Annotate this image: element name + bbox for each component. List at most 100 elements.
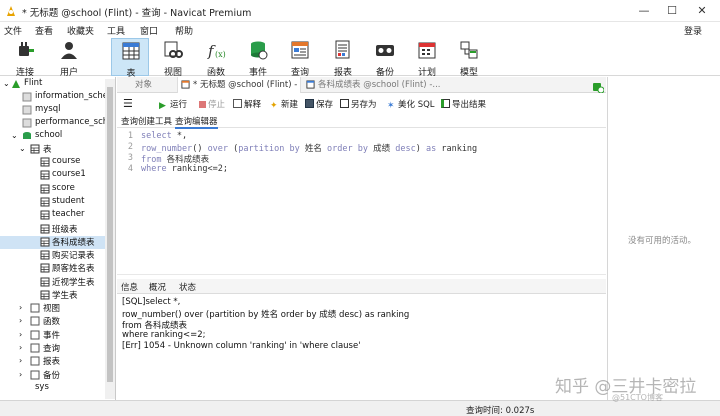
- tab-status[interactable]: 状态: [179, 281, 196, 293]
- login-link[interactable]: 登录: [684, 24, 702, 37]
- object-group-label: 备份: [43, 370, 61, 381]
- menu-file[interactable]: 文件: [4, 24, 22, 37]
- database-node[interactable]: performance_sche: [0, 117, 113, 130]
- beautify-sql-button[interactable]: ✶ 美化 SQL: [387, 98, 435, 112]
- sql-token: ;: [222, 164, 229, 174]
- collapse-arrow-icon: ⌄: [19, 144, 26, 153]
- plug-icon: [19, 42, 34, 56]
- table-button[interactable]: 表: [111, 38, 149, 79]
- connection-node[interactable]: ⌄ Flint: [0, 78, 105, 91]
- table-group-icon: [30, 144, 40, 154]
- table-node[interactable]: student: [0, 196, 105, 209]
- table-node[interactable]: 顾客姓名表: [0, 262, 105, 275]
- tree-scrollbar[interactable]: [105, 79, 115, 399]
- expand-arrow-icon: ›: [19, 329, 23, 339]
- query-button[interactable]: 查询: [281, 38, 319, 78]
- explain-button[interactable]: 解释: [233, 98, 261, 112]
- object-group-node[interactable]: › 报表: [0, 355, 105, 368]
- report-button[interactable]: 报表: [324, 38, 362, 78]
- table-node-label: 顾客姓名表: [52, 264, 95, 275]
- user-button[interactable]: 用户: [50, 38, 88, 78]
- run-button[interactable]: ▶ 运行: [159, 98, 187, 112]
- query-toolbar: ☰ ▶ 运行 停止 解释 ✦ 新建 保存 另存为 ✶ 美化 SQL 导出结果: [117, 94, 606, 114]
- tab-query-builder[interactable]: 查询创建工具: [121, 115, 172, 127]
- database-label: performance_sche: [35, 117, 114, 127]
- menu-tools[interactable]: 工具: [107, 24, 125, 37]
- tab-query[interactable]: * 无标题 @school (Flint) - 查...: [177, 77, 301, 93]
- connection-icon: [12, 80, 20, 88]
- menu-help[interactable]: 帮助: [175, 24, 193, 37]
- stop-button[interactable]: 停止: [199, 98, 225, 112]
- menu-view[interactable]: 查看: [35, 24, 53, 37]
- object-group-node[interactable]: › 视图: [0, 302, 105, 315]
- database-node-partial[interactable]: sys: [0, 382, 105, 395]
- model-button[interactable]: 模型: [450, 38, 488, 78]
- table-node[interactable]: 近视学生表: [0, 276, 105, 289]
- add-connection-icon[interactable]: [592, 81, 604, 93]
- sql-token: ranking: [441, 144, 478, 154]
- backup-group-icon: [30, 370, 40, 379]
- table-node[interactable]: 班级表: [0, 223, 105, 236]
- expand-arrow-icon: ›: [19, 316, 23, 326]
- database-node[interactable]: information_sche: [0, 91, 109, 104]
- report-icon: [335, 40, 350, 59]
- table-node[interactable]: course1: [0, 169, 105, 182]
- sql-keyword: as: [425, 144, 437, 154]
- table-node[interactable]: course: [0, 156, 105, 169]
- hamburger-menu-icon[interactable]: ☰: [123, 97, 133, 111]
- database-icon: [22, 92, 32, 102]
- minimize-button[interactable]: —: [636, 3, 652, 19]
- table-node[interactable]: 购买记录表: [0, 249, 105, 262]
- info-panel: 没有可用的活动。: [593, 77, 720, 400]
- function-button[interactable]: f (x) 函数: [197, 38, 235, 78]
- tab-table[interactable]: 各科成绩表 @school (Flint) -...: [303, 77, 443, 93]
- database-node-school[interactable]: ⌄ school: [0, 130, 105, 143]
- object-group-node[interactable]: › 事件: [0, 329, 105, 342]
- tables-group-node[interactable]: ⌄ 表: [0, 143, 105, 156]
- table-node[interactable]: teacher: [0, 209, 105, 222]
- sql-line: where ranking<=2;: [141, 164, 228, 174]
- new-button[interactable]: ✦ 新建: [270, 98, 298, 112]
- maximize-button[interactable]: ☐: [664, 3, 680, 19]
- view-button[interactable]: 视图: [154, 38, 192, 78]
- sql-keyword: partition: [238, 144, 285, 154]
- save-as-button[interactable]: 另存为: [340, 98, 377, 112]
- schedule-button[interactable]: 计划: [408, 38, 446, 78]
- backup-button[interactable]: 备份: [366, 38, 404, 78]
- scroll-thumb[interactable]: [107, 87, 113, 382]
- error-message: [Err] 1054 - Unknown column 'ranking' in…: [122, 341, 361, 351]
- table-node[interactable]: 学生表: [0, 289, 105, 302]
- object-group-node[interactable]: › 函数: [0, 315, 105, 328]
- object-group-node[interactable]: › 备份: [0, 369, 105, 382]
- close-button[interactable]: ✕: [694, 3, 710, 19]
- menu-favorites[interactable]: 收藏夹: [67, 24, 94, 37]
- table-node[interactable]: 各科成绩表: [0, 235, 105, 249]
- table-node[interactable]: score: [0, 183, 105, 196]
- object-group-node[interactable]: › 查询: [0, 342, 105, 355]
- tab-objects[interactable]: 对象: [135, 77, 175, 93]
- database-label: information_sche: [35, 91, 109, 101]
- sql-editor[interactable]: 1 2 3 4 select *, row_number() over (par…: [117, 129, 606, 275]
- menu-window[interactable]: 窗口: [140, 24, 158, 37]
- function-icon: f (x): [207, 42, 226, 60]
- navicat-window: * 无标题 @school (Flint) - 查询 - Navicat Pre…: [0, 0, 720, 416]
- tab-info[interactable]: 信息: [121, 281, 138, 293]
- sql-token: ranking<=2: [171, 164, 223, 174]
- export-results-button[interactable]: 导出结果: [441, 98, 486, 112]
- connect-button[interactable]: 连接: [6, 38, 44, 78]
- tab-profile[interactable]: 概况: [149, 281, 166, 293]
- table-node-icon: [40, 237, 50, 247]
- sql-keyword: order: [327, 144, 353, 154]
- database-node[interactable]: mysql: [0, 104, 105, 117]
- event-button[interactable]: 事件: [239, 38, 277, 78]
- sql-token: 姓名: [304, 144, 322, 154]
- tab-query-editor[interactable]: 查询编辑器: [175, 115, 218, 129]
- title-bar: * 无标题 @school (Flint) - 查询 - Navicat Pre…: [0, 0, 720, 22]
- table-node-label: 班级表: [52, 224, 78, 235]
- save-button[interactable]: 保存: [305, 98, 333, 112]
- query-group-icon: [30, 343, 40, 353]
- stop-label: 停止: [208, 100, 226, 110]
- object-group-label: 事件: [43, 330, 61, 341]
- backup-icon: [376, 45, 394, 56]
- save-as-icon: [340, 99, 349, 108]
